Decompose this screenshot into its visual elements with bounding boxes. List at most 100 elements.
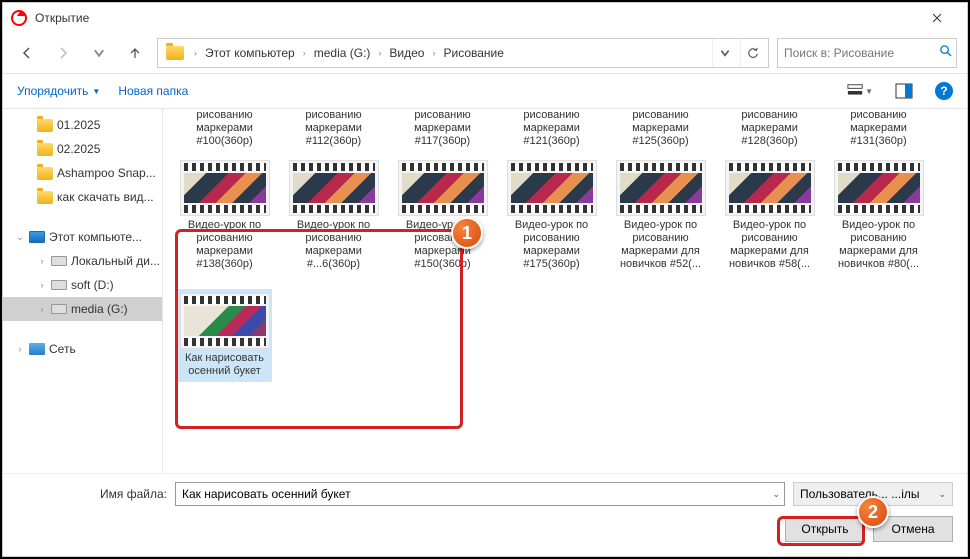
sidebar-item-label: 01.2025 xyxy=(57,118,100,132)
search-icon[interactable] xyxy=(939,44,952,62)
new-folder-button[interactable]: Новая папка xyxy=(118,84,188,98)
sidebar-item-label: Сеть xyxy=(49,342,76,356)
video-thumbnail-icon xyxy=(289,160,379,216)
breadcrumb-item[interactable]: Видео xyxy=(387,46,426,60)
chevron-down-icon: ▼ xyxy=(92,87,100,96)
sidebar: 01.2025 02.2025 Ashampoo Snap... как ска… xyxy=(3,109,163,473)
chevron-down-icon: ⌄ xyxy=(938,489,946,500)
file-caption[interactable]: рисованию маркерами #100(360p) xyxy=(177,109,272,148)
video-file-selected[interactable]: Как нарисовать осенний букет xyxy=(177,289,272,382)
video-file[interactable]: Видео-урок по рисованию маркерами для но… xyxy=(613,156,708,275)
search-box[interactable] xyxy=(777,38,957,68)
video-file[interactable]: Видео-урок по рисованию маркерами для но… xyxy=(722,156,817,275)
file-caption: Видео-урок по рисованию маркерами для но… xyxy=(724,219,815,271)
chevron-right-icon: › xyxy=(303,48,306,58)
sidebar-folder[interactable]: как скачать вид... xyxy=(3,185,162,209)
breadcrumb-item[interactable]: Рисование xyxy=(441,46,505,60)
sidebar-item-label: как скачать вид... xyxy=(57,190,154,204)
file-caption: Видео-урок по рисованию маркерами #175(3… xyxy=(506,219,597,271)
chevron-right-icon: › xyxy=(37,256,47,266)
file-list[interactable]: рисованию маркерами #100(360p) рисованию… xyxy=(163,109,967,473)
window-title: Открытие xyxy=(35,11,89,25)
chevron-down-icon: ⌄ xyxy=(15,232,25,243)
video-file[interactable]: Видео-урок по рисованию маркерами #138(3… xyxy=(177,156,272,275)
toolbar: Упорядочить ▼ Новая папка ▼ ? xyxy=(3,73,967,109)
video-thumbnail-icon xyxy=(180,293,270,349)
file-type-filter[interactable]: Пользователь... ...ілы ⌄ xyxy=(793,482,953,506)
video-file[interactable]: Видео-урок по рисованию маркерами #175(3… xyxy=(504,156,599,275)
file-caption[interactable]: рисованию маркерами #131(360p) xyxy=(831,109,926,148)
main-area: 01.2025 02.2025 Ashampoo Snap... как ска… xyxy=(3,109,967,473)
view-options-button[interactable]: ▼ xyxy=(847,78,873,104)
filename-label: Имя файла: xyxy=(17,487,167,501)
sidebar-folder[interactable]: 01.2025 xyxy=(3,113,162,137)
pc-icon xyxy=(29,231,45,243)
chevron-down-icon: ▼ xyxy=(865,87,873,96)
folder-icon xyxy=(37,191,53,204)
sidebar-folder[interactable]: 02.2025 xyxy=(3,137,162,161)
up-button[interactable] xyxy=(121,39,149,67)
refresh-button[interactable] xyxy=(740,39,764,67)
sidebar-drive[interactable]: › soft (D:) xyxy=(3,273,162,297)
file-caption: Как нарисовать осенний букет xyxy=(179,352,270,378)
sidebar-drive-selected[interactable]: ›media (G:) xyxy=(3,297,162,321)
sidebar-drive[interactable]: › Локальный ди... xyxy=(3,249,162,273)
file-caption: Видео-урок по рисованию маркерами #138(3… xyxy=(179,219,270,271)
chevron-down-icon: ⌄ xyxy=(772,489,780,500)
drive-icon xyxy=(51,280,67,290)
sidebar-item-label: Локальный ди... xyxy=(71,254,160,268)
forward-button[interactable] xyxy=(49,39,77,67)
file-caption[interactable]: рисованию маркерами #117(360p) xyxy=(395,109,490,148)
folder-icon xyxy=(37,167,53,180)
open-button[interactable]: Открыть xyxy=(785,516,865,542)
filename-input[interactable]: Как нарисовать осенний букет ⌄ xyxy=(175,482,785,506)
preview-pane-button[interactable] xyxy=(891,78,917,104)
file-caption: Видео-урок по рисованию маркерами для но… xyxy=(833,219,924,271)
titlebar: Открытие xyxy=(3,3,967,33)
organize-menu[interactable]: Упорядочить ▼ xyxy=(17,84,100,98)
sidebar-item-label: Ashampoo Snap... xyxy=(57,166,156,180)
address-bar[interactable]: › Этот компьютер › media (G:) › Видео › … xyxy=(157,38,769,68)
video-thumbnail-icon xyxy=(616,160,706,216)
file-caption: Видео-урок по рисованию маркерами #...6(… xyxy=(288,219,379,271)
sidebar-network[interactable]: › Сеть xyxy=(3,337,162,361)
chevron-right-icon: › xyxy=(432,48,435,58)
search-input[interactable] xyxy=(784,46,939,60)
network-icon xyxy=(29,343,45,355)
sidebar-item-label: Этот компьюте... xyxy=(49,230,142,244)
chevron-right-icon: › xyxy=(15,344,25,354)
cancel-button[interactable]: Отмена xyxy=(873,516,953,542)
video-file[interactable]: Видео-урок по рисованию маркерами #150(3… xyxy=(395,156,490,275)
video-file[interactable]: Видео-урок по рисованию маркерами для но… xyxy=(831,156,926,275)
nav-row: › Этот компьютер › media (G:) › Видео › … xyxy=(3,33,967,73)
sidebar-item-label: 02.2025 xyxy=(57,142,100,156)
video-thumbnail-icon xyxy=(834,160,924,216)
file-caption: Видео-урок по рисованию маркерами #150(3… xyxy=(397,219,488,271)
sidebar-this-pc[interactable]: ⌄ Этот компьюте... xyxy=(3,225,162,249)
organize-label: Упорядочить xyxy=(17,84,88,98)
addr-dropdown[interactable] xyxy=(712,39,736,67)
video-thumbnail-icon xyxy=(507,160,597,216)
folder-icon xyxy=(166,46,184,60)
file-caption[interactable]: рисованию маркерами #112(360p) xyxy=(286,109,381,148)
breadcrumb-item[interactable]: Этот компьютер xyxy=(203,46,297,60)
help-button[interactable]: ? xyxy=(935,82,953,100)
file-caption[interactable]: рисованию маркерами #121(360p) xyxy=(504,109,599,148)
close-icon[interactable] xyxy=(914,3,959,33)
video-thumbnail-icon xyxy=(398,160,488,216)
folder-icon xyxy=(37,119,53,132)
video-file[interactable]: Видео-урок по рисованию маркерами #...6(… xyxy=(286,156,381,275)
recent-dropdown[interactable] xyxy=(85,39,113,67)
filename-value: Как нарисовать осенний букет xyxy=(182,487,351,501)
back-button[interactable] xyxy=(13,39,41,67)
filter-label: Пользователь... ...ілы xyxy=(800,487,920,501)
sidebar-item-label: media (G:) xyxy=(71,302,128,316)
file-caption[interactable]: рисованию маркерами #125(360p) xyxy=(613,109,708,148)
sidebar-folder[interactable]: Ashampoo Snap... xyxy=(3,161,162,185)
breadcrumb-item[interactable]: media (G:) xyxy=(312,46,373,60)
chevron-right-icon: › xyxy=(37,280,47,290)
file-caption[interactable]: рисованию маркерами #128(360p) xyxy=(722,109,817,148)
sidebar-item-label: soft (D:) xyxy=(71,278,114,292)
chevron-right-icon: › xyxy=(378,48,381,58)
drive-icon xyxy=(51,256,67,266)
